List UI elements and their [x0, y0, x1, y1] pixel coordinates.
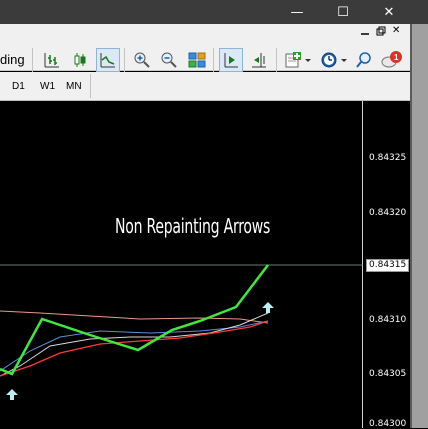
- candlestick-icon[interactable]: [68, 48, 92, 72]
- bar-chart-icon[interactable]: [40, 48, 64, 72]
- indicators-icon[interactable]: [282, 48, 314, 72]
- window-side-strip: [410, 24, 428, 428]
- price-label: 0.84305: [369, 369, 407, 379]
- mdi-restore-button[interactable]: [360, 26, 370, 38]
- price-label: 0.84310: [369, 315, 407, 325]
- line-chart-icon[interactable]: [96, 48, 120, 72]
- buy-arrow-icon: [6, 302, 274, 400]
- green-price-line: [0, 264, 269, 376]
- current-price-badge: 0.84315: [366, 259, 410, 272]
- search-icon[interactable]: [352, 48, 376, 72]
- toolbar-separator: [276, 48, 277, 72]
- chart-lines: [0, 264, 363, 400]
- timeframe-w1[interactable]: W1: [40, 80, 55, 94]
- minimize-button[interactable]: —: [274, 0, 320, 24]
- toolbar-separator: [213, 48, 214, 72]
- tile-windows-icon[interactable]: [185, 48, 209, 72]
- notification-count: 1: [394, 53, 399, 62]
- price-chart[interactable]: Non Repainting Arrows 0.84325 0.84320 0.…: [0, 101, 410, 429]
- main-toolbar: ding 1: [0, 24, 410, 72]
- toolbar-separator: [32, 48, 33, 72]
- toolbar-separator: [90, 74, 91, 98]
- timeframe-toolbar: D1 W1 MN: [0, 72, 410, 101]
- overlay-text: Non Repainting Arrows: [115, 214, 271, 238]
- price-label: 0.84320: [369, 208, 407, 218]
- mdi-maximize-button[interactable]: [376, 26, 386, 38]
- mdi-close-button[interactable]: ✕: [392, 25, 400, 36]
- close-button[interactable]: ✕: [366, 0, 412, 24]
- trading-button-label[interactable]: ding: [0, 52, 25, 67]
- zoom-in-icon[interactable]: [130, 48, 154, 72]
- autoscroll-icon[interactable]: [247, 48, 271, 72]
- notification-icon[interactable]: 1: [380, 48, 404, 72]
- price-label: 0.84325: [369, 153, 407, 163]
- periods-icon[interactable]: [318, 48, 350, 72]
- timeframe-d1[interactable]: D1: [12, 80, 25, 94]
- timeframe-mn[interactable]: MN: [66, 80, 82, 94]
- zoom-out-icon[interactable]: [157, 48, 181, 72]
- toolbar-separator: [124, 48, 125, 72]
- title-bar: — ☐ ✕: [0, 0, 428, 24]
- maximize-button[interactable]: ☐: [320, 0, 366, 24]
- chart-shift-icon[interactable]: [219, 48, 243, 72]
